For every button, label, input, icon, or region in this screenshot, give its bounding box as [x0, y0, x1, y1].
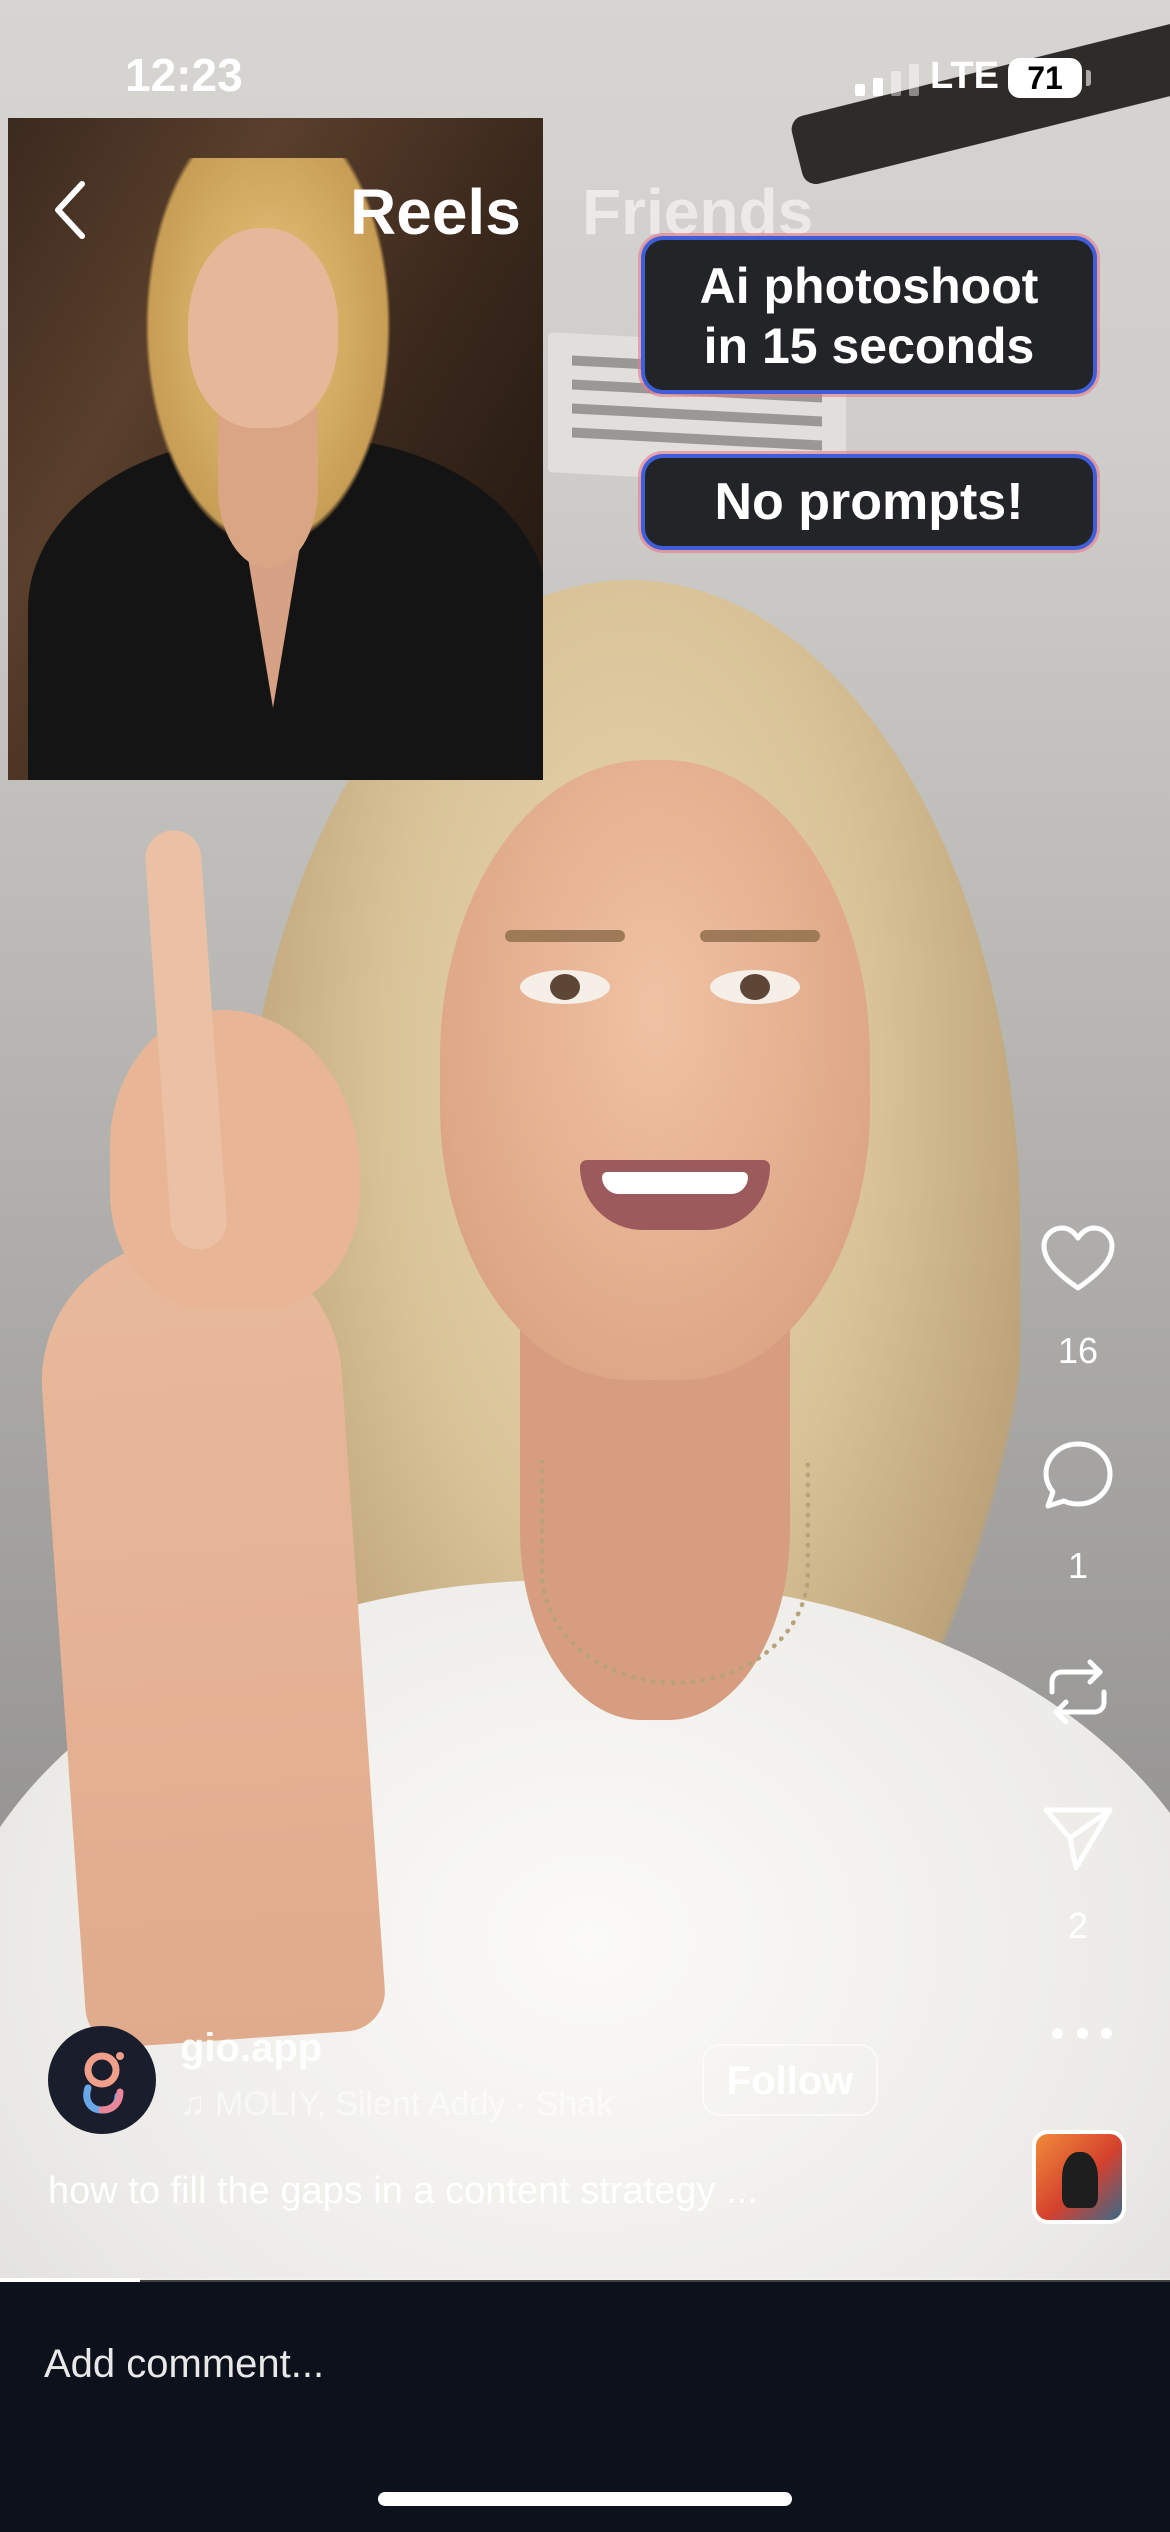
repost-icon	[1049, 1659, 1107, 1725]
battery-icon: 71	[1008, 58, 1091, 98]
caption-line-2: in 15 seconds	[703, 318, 1035, 374]
share-button[interactable]	[1038, 1798, 1118, 1878]
home-indicator	[378, 2492, 792, 2506]
more-icon[interactable]	[1052, 2028, 1112, 2048]
follow-button[interactable]: Follow	[702, 2044, 878, 2116]
post-description[interactable]: how to fill the gaps in a content strate…	[48, 2170, 758, 2213]
left-eye	[520, 970, 610, 1004]
smile	[580, 1160, 770, 1230]
raised-arm	[32, 1230, 388, 2050]
username[interactable]: gio.app	[180, 2026, 322, 2071]
status-time: 12:23	[125, 49, 243, 101]
comment-count: 1	[1067, 1545, 1089, 1586]
gio-logo-icon	[83, 2052, 124, 2114]
send-icon	[1043, 1807, 1113, 1871]
repost-button[interactable]	[1038, 1652, 1118, 1732]
caption-overlay-photoshoot: Ai photoshoot in 15 seconds	[645, 240, 1093, 390]
caption-line-1: Ai photoshoot	[699, 258, 1039, 314]
status-bar: 12:23 LTE 71	[0, 0, 1170, 150]
signal-icon	[855, 64, 919, 96]
audio-thumbnail[interactable]	[1032, 2130, 1126, 2224]
tab-friends[interactable]: Friends	[582, 175, 813, 249]
face	[440, 760, 870, 1380]
tab-reels[interactable]: Reels	[350, 175, 521, 249]
back-icon	[55, 181, 85, 239]
reels-screen: 12:23 LTE 71 Reels Friends Ai photoshoot…	[0, 0, 1170, 2532]
avatar[interactable]	[48, 2026, 156, 2134]
like-count: 16	[1057, 1330, 1099, 1371]
right-eye	[710, 970, 800, 1004]
caption-overlay-no-prompts: No prompts!	[645, 458, 1093, 546]
share-count: 2	[1067, 1905, 1089, 1946]
left-brow	[505, 930, 625, 942]
add-comment-input[interactable]: Add comment...	[44, 2342, 324, 2387]
heart-icon	[1041, 1225, 1115, 1291]
right-brow	[700, 930, 820, 942]
back-button[interactable]	[44, 170, 104, 250]
comment-button[interactable]	[1038, 1436, 1118, 1516]
like-button[interactable]	[1038, 1220, 1118, 1300]
necklace	[540, 1460, 810, 1685]
comment-icon	[1043, 1441, 1113, 1509]
audio-track[interactable]: ♫ MOLIY, Silent Addy · Shak	[180, 2085, 660, 2124]
network-type: LTE	[930, 55, 999, 97]
comment-bar: Add comment...	[0, 2282, 1170, 2532]
